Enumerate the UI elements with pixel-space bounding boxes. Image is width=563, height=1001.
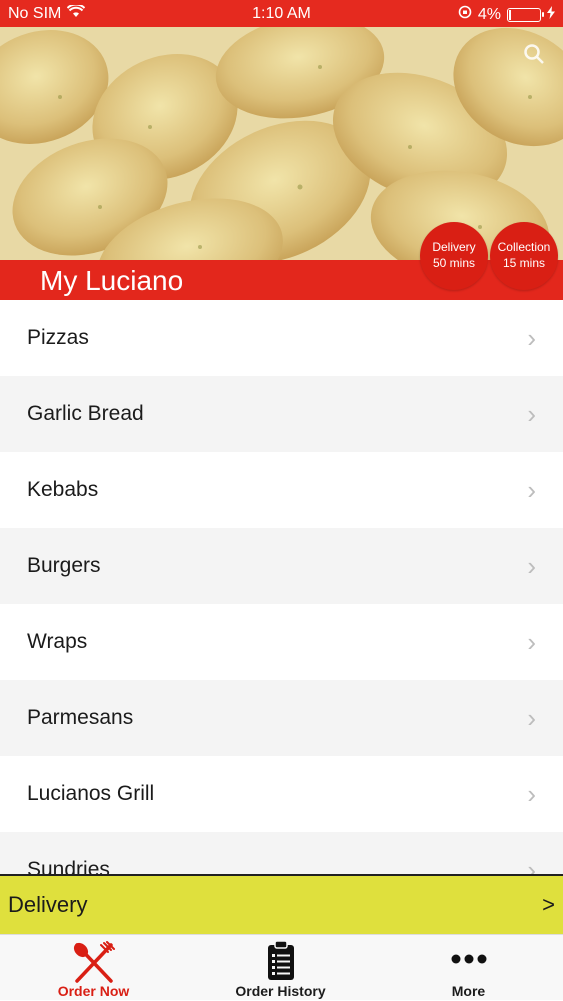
tab-order-now[interactable]: Order Now [0, 935, 187, 1001]
hero-image: My Luciano Delivery 50 mins Collection 1… [0, 27, 563, 300]
menu-item-parmesans[interactable]: Parmesans › [0, 680, 563, 756]
chevron-right-icon: › [527, 550, 536, 581]
menu-item-label: Sundries [27, 858, 110, 875]
status-right: 4% [458, 5, 555, 24]
menu-item-burgers[interactable]: Burgers › [0, 528, 563, 604]
collection-badge-time: 15 mins [502, 256, 546, 270]
menu-item-kebabs[interactable]: Kebabs › [0, 452, 563, 528]
delivery-badge-title: Delivery [432, 240, 476, 255]
tab-label: Order History [235, 983, 326, 999]
chevron-right-icon: › [527, 474, 536, 505]
collection-badge-title: Collection [497, 240, 551, 255]
menu-item-label: Lucianos Grill [27, 782, 155, 805]
menu-item-label: Wraps [27, 630, 88, 653]
menu-category-list[interactable]: Pizzas › Garlic Bread › Kebabs › Burgers… [0, 300, 563, 875]
order-mode-bar[interactable]: Delivery > [0, 874, 563, 934]
chevron-right-icon: › [527, 778, 536, 809]
delivery-badge-time: 50 mins [432, 256, 476, 270]
orientation-lock-icon [458, 5, 472, 24]
collection-time-badge: Collection 15 mins [490, 222, 558, 290]
battery-percentage: 4% [477, 5, 501, 23]
more-dots-icon [451, 951, 487, 969]
menu-item-label: Burgers [27, 554, 101, 577]
chevron-right-icon: › [527, 322, 536, 353]
delivery-time-badge: Delivery 50 mins [420, 222, 488, 290]
menu-item-label: Parmesans [27, 706, 134, 729]
charging-bolt-icon [547, 5, 555, 24]
bottom-tab-bar: Order Now Order History More [0, 934, 563, 1000]
menu-item-label: Pizzas [27, 326, 89, 349]
tab-order-history[interactable]: Order History [187, 935, 374, 1001]
order-mode-label: Delivery [8, 892, 88, 917]
order-mode-arrow: > [542, 892, 555, 917]
chevron-right-icon: › [527, 702, 536, 733]
tab-label: More [451, 983, 486, 999]
tab-more[interactable]: More [374, 935, 563, 1001]
chevron-right-icon: › [527, 626, 536, 657]
chevron-right-icon: › [527, 854, 536, 876]
menu-item-lucianos-grill[interactable]: Lucianos Grill › [0, 756, 563, 832]
chevron-right-icon: › [527, 398, 536, 429]
battery-icon [507, 7, 544, 22]
menu-item-pizzas[interactable]: Pizzas › [0, 300, 563, 376]
menu-item-label: Kebabs [27, 478, 99, 501]
menu-item-garlic-bread[interactable]: Garlic Bread › [0, 376, 563, 452]
restaurant-name: My Luciano [40, 265, 184, 296]
menu-item-sundries[interactable]: Sundries › [0, 832, 563, 875]
status-bar: No SIM 1:10 AM 4% [0, 0, 563, 27]
clipboard-icon [266, 940, 296, 986]
tab-label: Order Now [57, 983, 130, 999]
menu-item-label: Garlic Bread [27, 402, 144, 425]
menu-item-wraps[interactable]: Wraps › [0, 604, 563, 680]
